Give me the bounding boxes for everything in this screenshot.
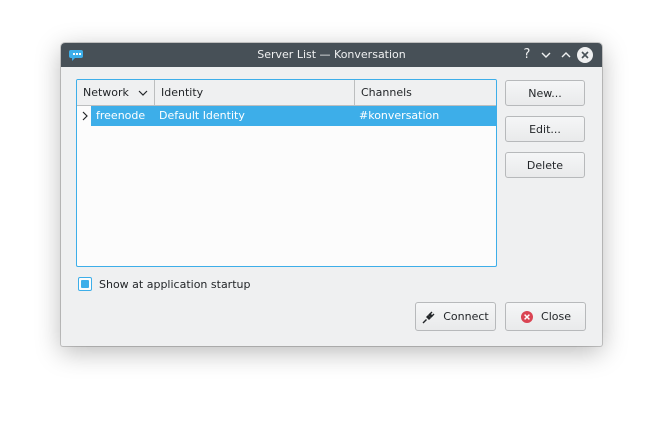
maximize-button[interactable] [558,47,574,63]
edit-button[interactable]: Edit... [505,116,585,142]
connect-button[interactable]: Connect [415,302,496,331]
cell-channels: #konversation [359,109,440,122]
show-at-startup-label: Show at application startup [99,277,251,291]
new-button[interactable]: New... [505,80,585,106]
column-header-network[interactable]: Network [77,80,155,105]
connect-button-label: Connect [443,310,489,323]
column-header-channels[interactable]: Channels [355,80,496,105]
close-circle-icon [521,310,534,323]
table-row[interactable]: freenode Default Identity #konversation [77,106,496,126]
help-button[interactable]: ? [519,47,535,63]
window-close-button[interactable] [577,47,593,63]
cell-network: freenode [96,109,146,122]
close-icon [581,51,589,59]
plug-icon [422,311,435,323]
show-at-startup-option[interactable]: Show at application startup [78,276,250,292]
minimize-button[interactable] [538,47,554,63]
server-tree[interactable]: Network Identity Channels freenode Defau… [76,79,497,267]
show-at-startup-checkbox[interactable] [78,277,92,291]
checkbox-check-mark [81,280,89,288]
chevron-down-icon [138,90,148,96]
cell-identity: Default Identity [159,109,245,122]
maximize-icon [561,52,571,58]
close-button[interactable]: Close [505,302,586,331]
column-header-identity[interactable]: Identity [155,80,355,105]
server-list-dialog: Server List — Konversation ? Network Ide… [61,43,602,346]
close-button-label: Close [541,310,571,323]
minimize-icon [541,52,551,58]
chevron-right-icon[interactable] [80,110,90,122]
tree-header: Network Identity Channels [77,80,496,106]
delete-button[interactable]: Delete [505,152,585,178]
title-bar[interactable]: Server List — Konversation ? [61,43,602,67]
